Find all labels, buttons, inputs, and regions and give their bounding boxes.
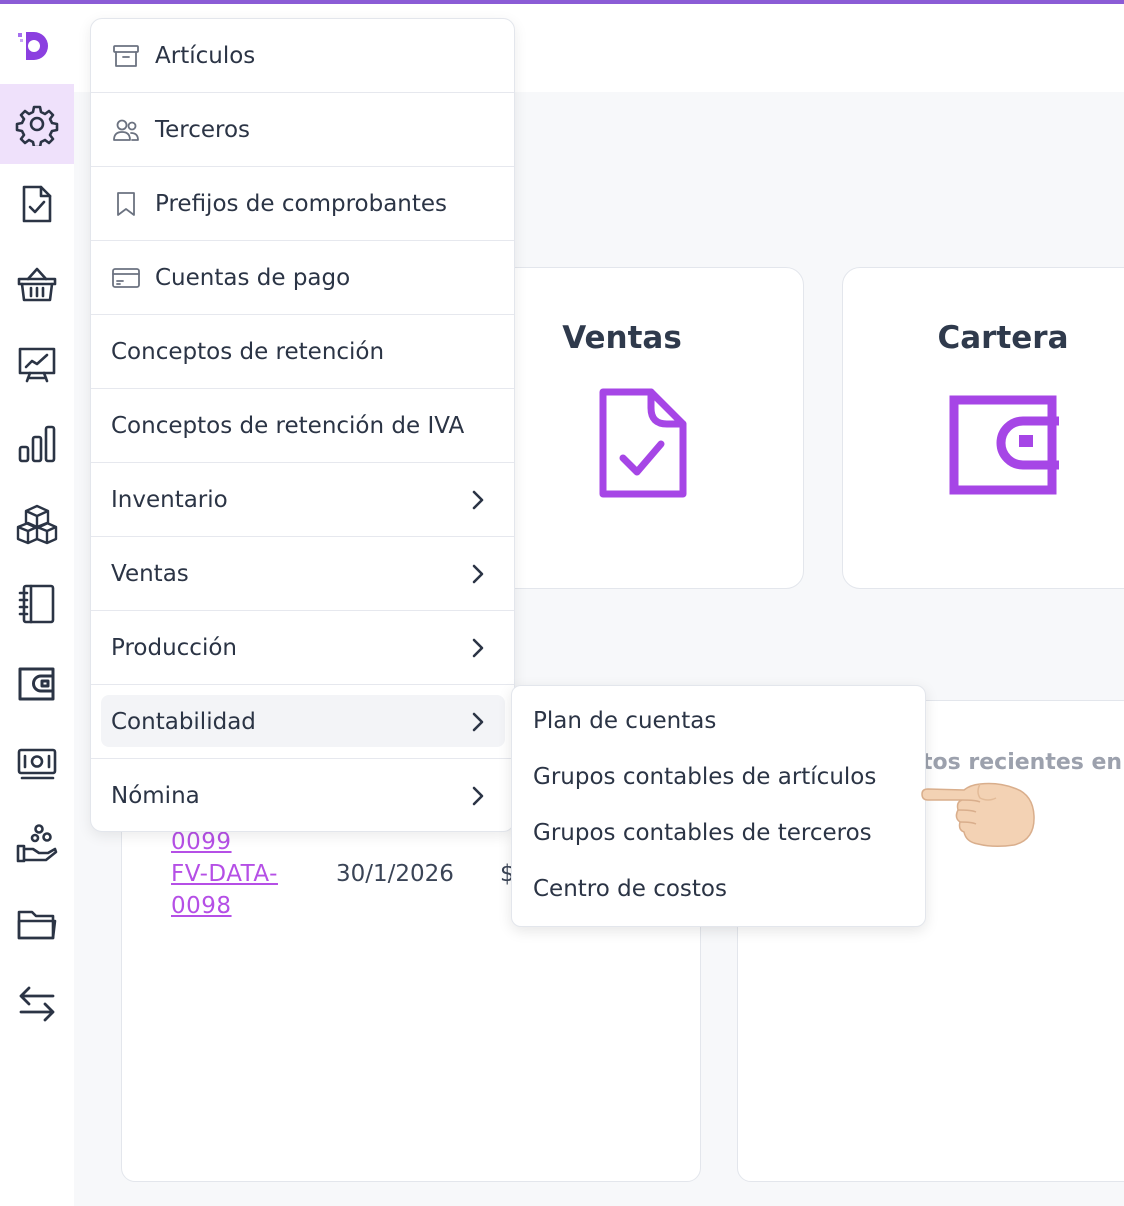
- menu-item-label: Conceptos de retención de IVA: [111, 412, 465, 439]
- sidebar-item-statistics[interactable]: [0, 404, 74, 484]
- card-cartera[interactable]: Cartera: [842, 267, 1124, 589]
- menu-item-produccion[interactable]: Producción: [91, 611, 514, 685]
- sidebar-item-inventory[interactable]: [0, 484, 74, 564]
- settings-dropdown-menu: Artículos Terceros Prefijos de comproban…: [90, 18, 515, 832]
- bookmark-icon: [111, 189, 141, 219]
- document-link[interactable]: FV-DATA-: [171, 861, 278, 887]
- money-icon: [17, 748, 57, 780]
- notebook-icon: [18, 584, 55, 624]
- transfer-icon: [19, 986, 55, 1022]
- sidebar-item-transfers[interactable]: [0, 964, 74, 1044]
- chevron-right-icon: [472, 638, 484, 658]
- menu-item-ventas[interactable]: Ventas: [91, 537, 514, 611]
- sidebar-item-payroll[interactable]: [0, 804, 74, 884]
- document-check-icon: [599, 388, 687, 498]
- menu-item-label: Contabilidad: [111, 708, 256, 735]
- sidebar-item-reports[interactable]: [0, 324, 74, 404]
- gear-icon: [15, 105, 59, 146]
- menu-item-label: Cuentas de pago: [155, 264, 351, 291]
- wallet-icon: [18, 667, 55, 701]
- document-link-continued[interactable]: 0098: [171, 893, 232, 919]
- document-date: 30/1/2026: [336, 861, 454, 887]
- menu-item-label: Artículos: [155, 42, 256, 69]
- chevron-right-icon: [472, 490, 484, 510]
- submenu-item-centro-de-costos[interactable]: Centro de costos: [533, 876, 727, 902]
- logo-icon[interactable]: [12, 24, 56, 68]
- menu-item-label: Producción: [111, 634, 237, 661]
- chevron-right-icon: [472, 564, 484, 584]
- sidebar-item-purchases[interactable]: [0, 244, 74, 324]
- menu-item-nomina[interactable]: Nómina: [91, 759, 514, 831]
- boxes-icon: [16, 504, 58, 545]
- menu-item-label: Conceptos de retención: [111, 338, 385, 365]
- sidebar-item-settings[interactable]: [0, 84, 74, 164]
- top-accent-bar: [0, 0, 1124, 4]
- basket-icon: [17, 267, 57, 302]
- document-check-icon: [22, 185, 52, 223]
- menu-item-label: Ventas: [111, 560, 189, 587]
- chevron-right-icon: [472, 786, 484, 806]
- menu-item-conceptos-retencion-iva[interactable]: Conceptos de retención de IVA: [91, 389, 514, 463]
- folder-icon: [17, 910, 57, 940]
- sidebar-item-portfolio[interactable]: [0, 644, 74, 724]
- wallet-icon: [949, 395, 1059, 495]
- sidebar-item-ledger[interactable]: [0, 564, 74, 644]
- menu-item-contabilidad[interactable]: Contabilidad: [91, 685, 514, 759]
- submenu-item-grupos-articulos[interactable]: Grupos contables de artículos: [533, 764, 876, 790]
- menu-item-label: Inventario: [111, 486, 228, 513]
- submenu-item-plan-de-cuentas[interactable]: Plan de cuentas: [533, 708, 716, 734]
- users-icon: [111, 115, 141, 145]
- menu-item-terceros[interactable]: Terceros: [91, 93, 514, 167]
- sidebar: [0, 4, 74, 1206]
- menu-item-inventario[interactable]: Inventario: [91, 463, 514, 537]
- menu-item-prefijos[interactable]: Prefijos de comprobantes: [91, 167, 514, 241]
- menu-item-label: Terceros: [155, 116, 251, 143]
- bar-chart-icon: [18, 425, 56, 463]
- contabilidad-submenu: Plan de cuentas Grupos contables de artí…: [511, 685, 926, 927]
- menu-item-label: Prefijos de comprobantes: [155, 190, 448, 217]
- sidebar-item-files[interactable]: [0, 884, 74, 964]
- menu-item-conceptos-retencion[interactable]: Conceptos de retención: [91, 315, 514, 389]
- pointing-hand-icon: [921, 782, 1035, 848]
- document-link[interactable]: 0099: [171, 829, 232, 855]
- card-title: Cartera: [937, 320, 1069, 356]
- menu-item-label: Nómina: [111, 783, 200, 809]
- archive-icon: [111, 41, 141, 71]
- hand-coins-icon: [16, 824, 58, 863]
- credit-card-icon: [111, 263, 141, 293]
- submenu-item-grupos-terceros[interactable]: Grupos contables de terceros: [533, 820, 872, 846]
- menu-item-articulos[interactable]: Artículos: [91, 19, 514, 93]
- chevron-right-icon: [472, 712, 484, 732]
- menu-item-cuentas-de-pago[interactable]: Cuentas de pago: [91, 241, 514, 315]
- presentation-chart-icon: [18, 347, 56, 383]
- sidebar-item-cash[interactable]: [0, 724, 74, 804]
- sidebar-item-documents[interactable]: [0, 164, 74, 244]
